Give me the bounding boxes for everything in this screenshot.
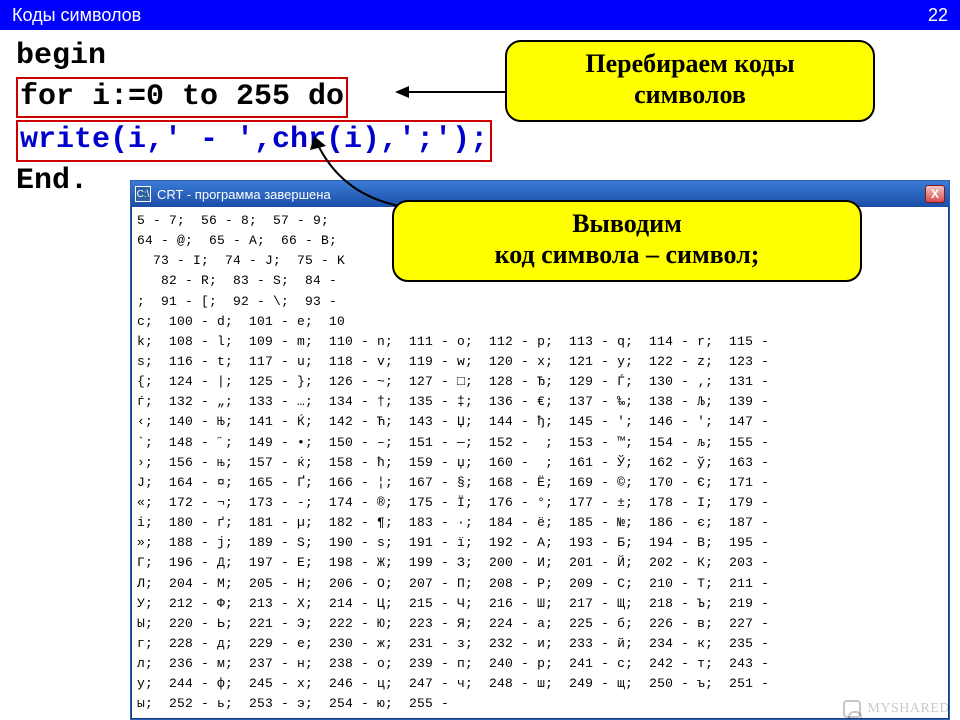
slide-header: Коды символов 22 — [0, 0, 960, 30]
close-button[interactable]: X — [925, 185, 945, 203]
watermark: MYSHARED — [843, 700, 950, 718]
watermark-text: MYSHARED — [867, 701, 950, 716]
callout2-line2: код символа – символ; — [412, 239, 842, 270]
crt-output-text: 5 - 7; 56 - 8; 57 - 9; 64 - @; 65 - A; 6… — [131, 207, 949, 719]
callout1-line2: символов — [525, 79, 855, 110]
app-icon: C:\ — [135, 186, 151, 202]
window-title: CRT - программа завершена — [157, 187, 331, 202]
slide-title: Коды символов — [12, 5, 141, 26]
callout-iterate-codes: Перебираем коды символов — [505, 40, 875, 122]
watermark-icon — [843, 700, 861, 718]
callout-output-code: Выводим код символа – символ; — [392, 200, 862, 282]
code-line-for: for i:=0 to 255 do — [20, 80, 344, 114]
callout2-line1: Выводим — [412, 208, 842, 239]
slide-number: 22 — [928, 5, 948, 26]
callout1-line1: Перебираем коды — [525, 48, 855, 79]
